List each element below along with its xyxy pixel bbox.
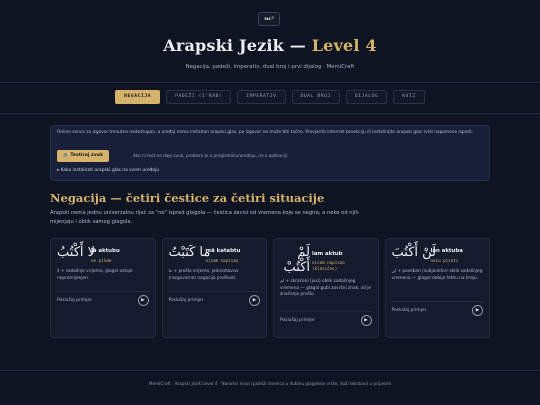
test-sound-button[interactable]: 🔊 Testiraj zvuk (57, 150, 109, 162)
tab-bar: NEGACIJA PADEŽI (I'RAB) IMPERATIV DUAL B… (0, 90, 540, 104)
card-divider (57, 291, 149, 292)
footer: MemiCraft · Arapski Jezik Level 4 · Nano… (148, 381, 392, 386)
play-icon[interactable]: ▶ (360, 315, 372, 326)
card-divider (280, 311, 372, 312)
negation-card-lam: لَمْ أَكْتُبْ lam aktub nisam napisao (k… (273, 238, 379, 338)
negation-card-la: لا أَكْتُبُ lā aktubu ne pišem لا + sada… (50, 238, 156, 338)
tab-kviz[interactable]: KVIZ (393, 90, 425, 104)
notice-text: Online servis za izgovor trenutno nedost… (57, 130, 474, 135)
explanation: ما + prošlo vrijeme, jednostavna (razgov… (168, 269, 239, 281)
transliteration: mā katabtu (205, 248, 241, 254)
transliteration: lan aktuba (430, 248, 463, 254)
tab-dijalog[interactable]: DIJALOG (345, 90, 388, 104)
card-divider (391, 301, 483, 302)
section-description: Arapski nema jednu univerzalnu riječ za … (50, 210, 359, 225)
play-icon[interactable]: ▶ (472, 305, 483, 316)
header-divider (0, 82, 540, 83)
tab-padezi[interactable]: PADEŽI (I'RAB) (166, 90, 232, 104)
negation-card-ma: ما كَتَبْتُ mā katabtu nisam napisao ما … (161, 238, 267, 338)
tab-dual-broj[interactable]: DUAL BROJ (291, 90, 340, 104)
arabic-text: لَنْ أَكْتُبَ (391, 245, 436, 260)
phonetic-meaning: nisam napisao (205, 258, 239, 263)
title-main: Arapski Jezik — (163, 36, 312, 55)
audio-notice: Online servis za izgovor trenutno nedost… (50, 125, 490, 181)
test-note: Ako ni test ne daje zvuk, problem je u p… (133, 153, 289, 158)
phonetic-meaning: neću pisati (430, 258, 459, 263)
page-title: Arapski Jezik — Level 4 (0, 36, 540, 55)
transliteration: lam aktub (312, 251, 343, 257)
explanation: لم + skraćeni (jusi) oblik sadašnjeg vre… (280, 279, 372, 297)
phonetic-meaning: nisam napisao (klasično) (312, 260, 345, 271)
example-label: Poslušaj primjer (57, 298, 92, 303)
section-title: Negacija — četiri čestice za četiri situ… (50, 191, 325, 205)
example-label: Poslušaj primjer (391, 308, 427, 313)
logo: ᴍᴄ² (258, 12, 280, 26)
play-icon[interactable]: ▶ (249, 295, 260, 306)
example-label: Poslušaj primjer (280, 318, 315, 323)
phonetic-meaning: ne pišem (91, 258, 112, 263)
transliteration: lā aktubu (91, 248, 120, 254)
negation-card-lan: لَنْ أَكْتُبَ lan aktuba neću pisati لن … (384, 238, 490, 338)
page-subtitle: Negacija, padeži, imperativ, dual broj i… (185, 64, 355, 70)
play-icon[interactable]: ▶ (137, 295, 149, 306)
install-voice-link[interactable]: ▸ Kako instalirati arapski glas na svom … (57, 168, 159, 173)
example-label: Poslušaj primjer (168, 298, 204, 303)
arabic-text: لا أَكْتُبُ (57, 245, 96, 260)
explanation: لن + poseban (subjunktiv) oblik sadašnje… (391, 269, 483, 281)
explanation: لا + sadašnje vrijeme, glagol ostaje nep… (57, 269, 133, 281)
footer-divider (0, 370, 540, 371)
tab-negacija[interactable]: NEGACIJA (115, 90, 161, 104)
negation-cards: لا أَكْتُبُ lā aktubu ne pišem لا + sada… (50, 238, 490, 338)
page-header: ᴍᴄ² Arapski Jezik — Level 4 Negacija, pa… (0, 0, 540, 82)
tab-imperativ[interactable]: IMPERATIV (237, 90, 286, 104)
arabic-text: لَمْ أَكْتُبْ (283, 245, 311, 275)
tabs-divider (0, 113, 540, 114)
title-level: Level 4 (311, 36, 377, 55)
arabic-text: ما كَتَبْتُ (168, 245, 211, 260)
card-divider (168, 291, 260, 292)
